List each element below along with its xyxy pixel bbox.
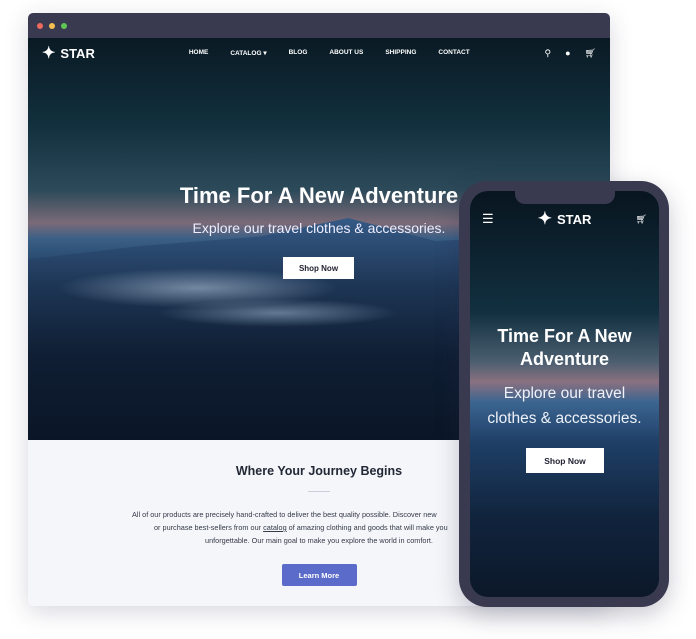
shop-now-button[interactable]: Shop Now (283, 257, 354, 279)
star-icon: ✦ (537, 209, 553, 228)
subtitle-line: Explore our travel (503, 385, 626, 402)
logo[interactable]: ✦ STAR (42, 43, 95, 63)
nav-catalog[interactable]: CATALOG ▾ (230, 49, 266, 57)
nav-home[interactable]: HOME (189, 49, 209, 57)
title-line: Adventure (519, 349, 609, 369)
navbar: ✦ STAR HOME CATALOG ▾ BLOG ABOUT US SHIPP… (28, 38, 610, 68)
phone-notch (515, 191, 615, 204)
nav-about[interactable]: ABOUT US (329, 49, 363, 57)
text-line: or purchase best-sellers from our (154, 523, 262, 532)
nav-blog[interactable]: BLOG (289, 49, 308, 57)
learn-more-button[interactable]: Learn More (281, 564, 357, 586)
nav-catalog-label: CATALOG (230, 50, 262, 57)
hamburger-menu-icon[interactable]: ☰ (482, 211, 494, 227)
mobile-hero-title: Time For A New Adventure (470, 325, 659, 371)
nav-contact[interactable]: CONTACT (438, 49, 469, 57)
close-dot[interactable] (37, 22, 43, 29)
mobile-navbar: ☰ ✦ STAR 🛒︎ (470, 209, 659, 229)
nav-shipping[interactable]: SHIPPING (385, 49, 416, 57)
search-icon[interactable]: ⚲ (545, 48, 552, 59)
minimize-dot[interactable] (49, 22, 55, 29)
mobile-logo[interactable]: ✦ STAR (538, 209, 592, 229)
maximize-dot[interactable] (61, 22, 67, 29)
caret-down-icon: ▾ (263, 50, 267, 57)
cart-icon[interactable]: 🛒︎ (585, 48, 596, 59)
divider (308, 491, 330, 492)
catalog-link[interactable]: catalog (263, 523, 287, 532)
mobile-hero-subtitle: Explore our travel clothes & accessories. (470, 381, 659, 431)
phone-mockup: ☰ ✦ STAR 🛒︎ Time For A New Adventure Explo… (459, 181, 669, 607)
cart-icon[interactable]: 🛒︎ (636, 214, 647, 225)
title-line: Time For A New (497, 326, 632, 346)
brand-name: STAR (557, 211, 592, 227)
mobile-shop-now-button[interactable]: Shop Now (526, 448, 604, 473)
text-line: of amazing clothing and goods that will … (288, 523, 448, 532)
subtitle-line: clothes & accessories. (487, 410, 642, 427)
user-icon[interactable]: ● (565, 48, 570, 59)
star-icon: ✦ (42, 45, 56, 62)
phone-screen: ☰ ✦ STAR 🛒︎ Time For A New Adventure Explo… (470, 191, 659, 597)
title-bar (28, 13, 610, 38)
brand-name: STAR (60, 45, 95, 61)
